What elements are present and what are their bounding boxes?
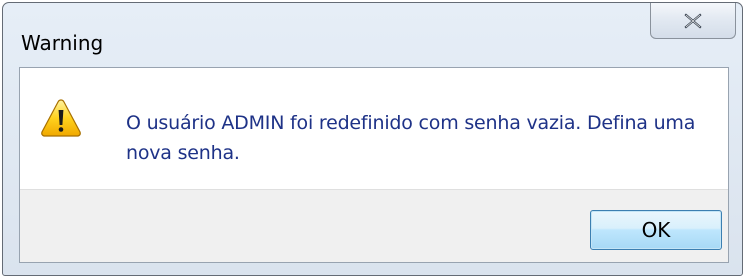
ok-button[interactable]: OK xyxy=(590,210,722,250)
dialog-title: Warning xyxy=(21,31,104,55)
message-area: O usuário ADMIN foi redefinido com senha… xyxy=(20,68,728,190)
close-button[interactable] xyxy=(650,3,736,39)
warning-dialog: Warning O usuário ADMIN foi redefinido c… xyxy=(2,2,743,276)
close-icon xyxy=(684,12,702,29)
dialog-client-area: O usuário ADMIN foi redefinido com senha… xyxy=(19,67,729,263)
warning-message: O usuário ADMIN foi redefinido com senha… xyxy=(126,112,696,164)
button-bar: OK xyxy=(20,189,728,262)
warning-icon xyxy=(41,99,81,137)
title-bar[interactable]: Warning xyxy=(3,3,742,53)
